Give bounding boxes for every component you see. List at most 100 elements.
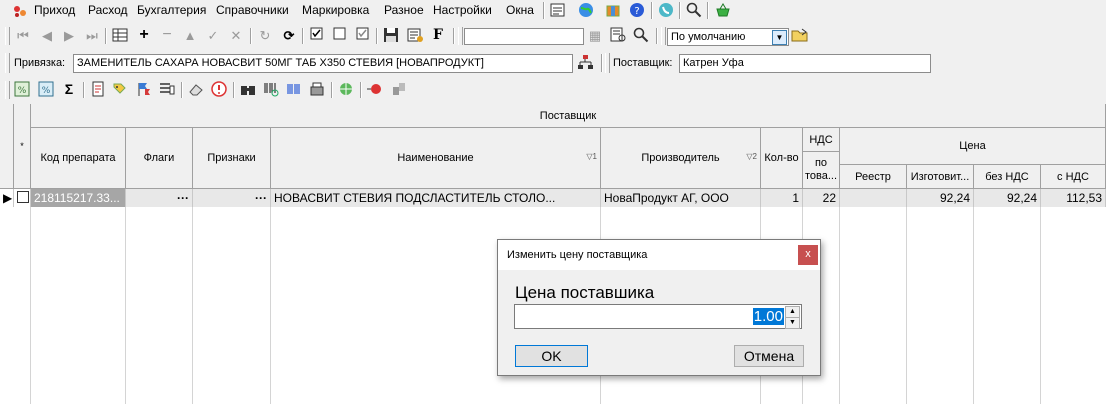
open-folder-icon[interactable] — [791, 27, 809, 45]
uncheck-all-icon[interactable] — [331, 27, 349, 45]
search-icon[interactable] — [632, 27, 650, 45]
check-icon[interactable]: ✓ — [204, 27, 222, 45]
magnifier-icon[interactable] — [686, 2, 702, 18]
col-header-no-nds[interactable]: без НДС — [974, 165, 1041, 189]
menu-item-prihod[interactable]: Приход — [34, 3, 75, 17]
warning-icon[interactable] — [210, 81, 228, 99]
prev-record-icon[interactable]: ◀ — [38, 27, 56, 45]
flags-icon[interactable] — [135, 81, 153, 99]
list-settings-icon[interactable] — [158, 81, 176, 99]
col-header-maker-price[interactable]: Изготовит... — [907, 165, 974, 189]
puzzle-icon[interactable] — [390, 81, 408, 99]
menu-item-spravochniki[interactable]: Справочники — [216, 3, 289, 17]
last-record-icon[interactable]: ⏭ — [83, 27, 101, 45]
first-record-icon[interactable]: ⏮ — [14, 27, 32, 45]
invert-check-icon[interactable] — [354, 27, 372, 45]
calendar-icon[interactable]: ▦ — [586, 27, 604, 45]
basket-icon[interactable] — [715, 2, 731, 18]
toolbar-grip[interactable] — [458, 27, 463, 45]
refresh-grey-icon[interactable]: ↻ — [256, 27, 274, 45]
toolbar-grip[interactable] — [605, 53, 610, 73]
col-header-nds[interactable]: по това... — [803, 152, 840, 189]
toolbar-actions: % % Σ — [0, 78, 1106, 102]
cell-name[interactable]: НОВАСВИТ СТЕВИЯ ПОДСЛАСТИТЕЛЬ СТОЛО... — [271, 189, 601, 207]
cell-qty[interactable]: 1 — [761, 189, 803, 207]
table-edit-icon[interactable] — [111, 27, 129, 45]
phone-icon[interactable] — [658, 2, 674, 18]
col-header-manufacturer[interactable]: Производитель ▽2 — [601, 128, 761, 189]
help-icon[interactable]: ? — [629, 2, 645, 18]
binding-field[interactable]: ЗАМЕНИТЕЛЬ САХАРА НОВАСВИТ 50МГ ТАБ Х350… — [73, 54, 573, 73]
ok-button[interactable]: OK — [515, 345, 588, 367]
chevron-down-icon[interactable]: ▼ — [772, 30, 787, 45]
barcode-icon[interactable] — [285, 81, 303, 99]
menu-item-raznoe[interactable]: Разное — [384, 3, 424, 17]
spin-down-icon[interactable]: ▼ — [785, 317, 800, 329]
binoculars-icon[interactable] — [239, 81, 257, 99]
toolbar-grip[interactable] — [5, 27, 10, 45]
separator — [453, 28, 455, 44]
dialog-titlebar[interactable]: Изменить цену поставщика x — [498, 240, 820, 270]
network-globe-icon[interactable] — [337, 81, 355, 99]
col-header-signs[interactable]: Признаки — [193, 128, 271, 189]
menu-item-nastroyki[interactable]: Настройки — [433, 3, 492, 17]
cell-registry[interactable] — [840, 189, 907, 207]
sort-select[interactable]: По умолчанию ▼ — [667, 28, 789, 46]
cell-code[interactable]: 218115217.33... — [31, 189, 126, 207]
cell-with-nds[interactable]: 112,53 — [1041, 189, 1106, 207]
mark-column-header[interactable]: * — [14, 104, 31, 189]
filter-f-icon[interactable]: F — [429, 26, 447, 44]
cell-nds[interactable]: 22 — [803, 189, 840, 207]
toolbar-grip[interactable] — [5, 81, 10, 99]
toolbar-grip[interactable] — [661, 27, 666, 45]
supplier-field[interactable]: Катрен Уфа — [679, 54, 931, 73]
eraser-icon[interactable] — [187, 81, 205, 99]
nds-group-header: НДС — [803, 128, 840, 152]
menu-item-okna[interactable]: Окна — [506, 3, 534, 17]
record-stop-icon[interactable] — [366, 81, 384, 99]
price-input[interactable]: 1.00 ▲ ▼ — [514, 304, 802, 329]
cancel-button[interactable]: Отмена — [734, 345, 804, 367]
save-icon[interactable] — [382, 27, 400, 45]
menu-item-rashod[interactable]: Расход — [88, 3, 128, 17]
globe-icon[interactable] — [578, 2, 594, 18]
hierarchy-icon[interactable] — [576, 54, 594, 72]
cell-signs-ellipsis[interactable]: ··· — [193, 189, 271, 207]
barcode-search-icon[interactable] — [262, 81, 280, 99]
search-input[interactable] — [464, 28, 584, 45]
notes-icon[interactable] — [550, 2, 566, 18]
close-icon[interactable]: x — [798, 245, 818, 265]
add-icon[interactable]: + — [135, 26, 153, 44]
supplier-label: Поставщик: — [613, 57, 673, 69]
box-icon[interactable] — [605, 2, 621, 18]
toolbar-grip[interactable] — [5, 53, 10, 73]
cell-flags-ellipsis[interactable]: ··· — [126, 189, 193, 207]
document-icon[interactable] — [89, 81, 107, 99]
col-header-with-nds[interactable]: с НДС — [1041, 165, 1106, 189]
refresh-icon[interactable]: ⟳ — [280, 27, 298, 45]
row-checkbox[interactable] — [14, 189, 31, 207]
col-header-name[interactable]: Наименование ▽1 — [271, 128, 601, 189]
cell-maker-price[interactable]: 92,24 — [907, 189, 974, 207]
col-header-code[interactable]: Код препарата — [31, 128, 126, 189]
check-all-icon[interactable] — [308, 27, 326, 45]
remove-icon[interactable]: − — [158, 26, 176, 44]
next-record-icon[interactable]: ▶ — [60, 27, 78, 45]
menu-item-buhgalteriya[interactable]: Бухгалтерия — [137, 3, 206, 17]
col-header-registry[interactable]: Реестр — [840, 165, 907, 189]
col-header-flags[interactable]: Флаги — [126, 128, 193, 189]
tags-icon[interactable] — [112, 81, 130, 99]
separator — [376, 28, 378, 44]
cell-no-nds[interactable]: 92,24 — [974, 189, 1041, 207]
menu-item-markirovka[interactable]: Маркировка — [302, 3, 369, 17]
col-header-qty[interactable]: Кол-во — [761, 128, 803, 189]
cell-manufacturer[interactable]: НоваПродукт АГ, ООО — [601, 189, 761, 207]
cancel-edit-icon[interactable]: ✕ — [227, 27, 245, 45]
percent-table-icon[interactable]: % — [13, 81, 31, 99]
up-icon[interactable]: ▲ — [181, 27, 199, 45]
print-settings-icon[interactable] — [406, 27, 424, 45]
sum-icon[interactable]: Σ — [60, 80, 78, 98]
cash-register-icon[interactable] — [308, 81, 326, 99]
percent-calc-icon[interactable]: % — [37, 81, 55, 99]
filter-table-icon[interactable] — [609, 27, 627, 45]
